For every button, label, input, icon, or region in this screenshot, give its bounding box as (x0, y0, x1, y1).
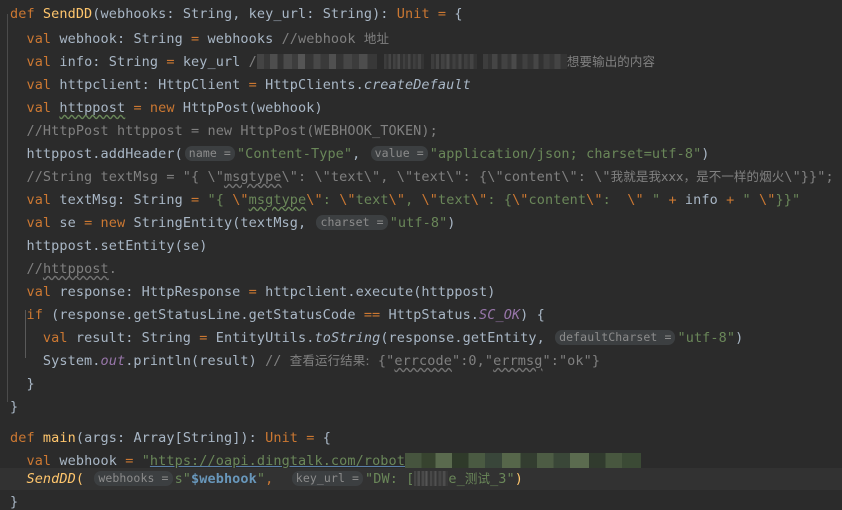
token-keyword-val: val (26, 54, 52, 70)
string-utf8-default: "utf-8" (677, 330, 736, 346)
token-keyword-val: val (42, 330, 68, 346)
comment-httppost-token: //HttpPost httppost = new HttpPost(WEBHO… (26, 123, 438, 139)
inlay-hint-key-url[interactable]: key_url = (291, 470, 364, 486)
redaction-block-comment-info-3 (430, 53, 477, 69)
code-line-12[interactable]: //httppost. (0, 258, 842, 280)
inlay-hint-charset[interactable]: charset = (316, 214, 388, 230)
redaction-block-webhook-url (404, 452, 641, 468)
code-line-5[interactable]: val httppost = new HttpPost(webhook) (0, 97, 842, 119)
inlay-hint-webhooks[interactable]: webhooks = (94, 470, 173, 486)
code-line-22[interactable]: SendDD( webhooks = s"$webhook", key_url =… (0, 468, 842, 490)
string-key-url-suffix: e_测试_3" (448, 471, 515, 487)
token-static-sc-ok: SC_OK (479, 307, 521, 323)
code-line-4[interactable]: val httpclient: HttpClient = HttpClients… (0, 74, 842, 96)
string-webhook-interp: s"$webhook" (174, 471, 266, 487)
token-function-sendd: SendDD (42, 6, 93, 22)
redaction-block-comment-info (256, 53, 377, 69)
code-line-7[interactable]: httppost.addHeader(name = "Content-Type",… (0, 143, 842, 165)
token-static-out: out (100, 353, 126, 369)
token-keyword-val: val (26, 192, 52, 208)
token-function-sendd-call: SendDD (26, 471, 76, 487)
token-keyword-def: def (10, 430, 35, 446)
string-key-url-prefix: "DW: [ (365, 471, 415, 487)
comment-info-redacted: / (248, 54, 257, 70)
comment-webhook-address: //webhook 地址 (281, 31, 390, 47)
code-line-14[interactable]: if (response.getStatusLine.getStatusCode… (0, 304, 842, 326)
token-keyword-def: def (10, 6, 35, 22)
code-line-8[interactable]: //String textMsg = "{ \"msgtype\": \"tex… (0, 166, 842, 188)
code-line-20[interactable]: def main(args: Array[String]): Unit = { (0, 427, 842, 449)
token-keyword-new: new (149, 100, 175, 116)
link-webhook-url[interactable]: https://oapi.dingtalk.com/robot (150, 453, 405, 469)
redaction-block-key-url (414, 470, 449, 486)
code-line-18[interactable]: } (0, 396, 842, 418)
code-line-13[interactable]: val response: HttpResponse = httpclient.… (0, 281, 842, 303)
string-utf8-charset: "utf-8" (389, 215, 448, 231)
token-function-main: main (42, 430, 76, 446)
redaction-block-comment-info-4 (482, 53, 567, 69)
code-line-11[interactable]: httppost.setEntity(se) (0, 235, 842, 257)
code-editor[interactable]: def SendDD(webhooks: String, key_url: St… (0, 0, 842, 510)
inlay-hint-value[interactable]: value = (370, 145, 428, 161)
code-line-23[interactable]: } (0, 491, 842, 510)
comment-string-textmsg: //String textMsg = "{ \"msgtype\": \"tex… (26, 169, 834, 185)
code-line-16[interactable]: System.out.println(result) // 查看运行结果: {"… (0, 350, 842, 372)
code-line-17[interactable]: } (0, 373, 842, 395)
string-content-type: "Content-Type" (236, 146, 353, 162)
token-method-createdefault: createDefault (363, 77, 471, 93)
code-line-9[interactable]: val textMsg: String = "{ \"msgtype\": \"… (0, 189, 842, 211)
code-line-3[interactable]: val info: String = key_url / 想要输出的内容 (0, 51, 842, 73)
token-keyword-new: new (100, 215, 126, 231)
code-line-6[interactable]: //HttpPost httppost = new HttpPost(WEBHO… (0, 120, 842, 142)
inlay-hint-default-charset[interactable]: defaultCharset = (555, 329, 676, 345)
comment-info-tail: 想要输出的内容 (566, 54, 656, 69)
redaction-block-comment-info-2 (383, 53, 424, 69)
token-keyword-val: val (26, 77, 52, 93)
code-line-1-rest: (webhooks: String, key_url: String): Uni… (92, 6, 463, 22)
inlay-hint-name[interactable]: name = (184, 145, 235, 161)
code-line-1[interactable]: def SendDD(webhooks: String, key_url: St… (0, 3, 842, 25)
code-line-10[interactable]: val se = new StringEntity(textMsg, chars… (0, 212, 842, 234)
token-keyword-val: val (26, 100, 52, 116)
token-keyword-val: val (26, 215, 52, 231)
token-keyword-if: if (26, 307, 43, 323)
code-line-2[interactable]: val webhook: String = webhooks //webhook… (0, 28, 842, 50)
comment-httppost-dot: //httppost. (26, 261, 117, 277)
token-keyword-val: val (26, 31, 52, 47)
code-line-15[interactable]: val result: String = EntityUtils.toStrin… (0, 327, 842, 349)
comment-result-check: // 查看运行结果: {"errcode":0,"errmsg":"ok"} (265, 353, 601, 369)
token-keyword-val: val (26, 284, 52, 300)
token-keyword-val: val (26, 453, 52, 469)
string-application-json: "application/json; charset=utf-8" (429, 146, 702, 162)
